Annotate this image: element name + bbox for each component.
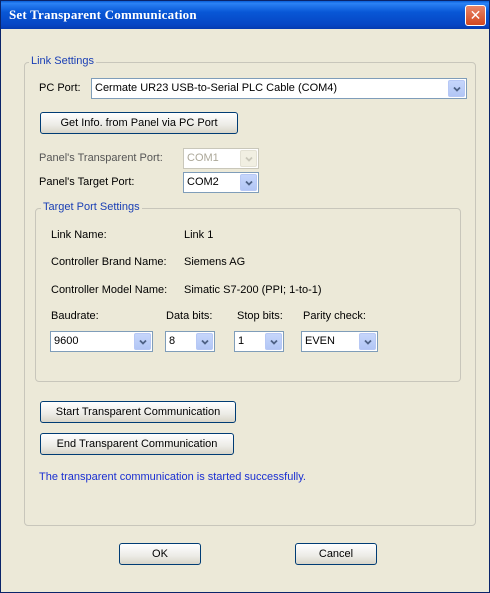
controller-brand-value: Siemens AG [184, 256, 246, 268]
link-name-value: Link 1 [184, 229, 214, 241]
transparent-port-select: COM1 [183, 148, 259, 169]
pc-port-select[interactable]: Cermate UR23 USB-to-Serial PLC Cable (CO… [91, 78, 467, 99]
baudrate-label: Baudrate: [51, 310, 99, 322]
stop-bits-label: Stop bits: [237, 310, 283, 322]
close-icon: ✕ [469, 7, 482, 24]
get-info-button[interactable]: Get Info. from Panel via PC Port [40, 112, 238, 134]
chevron-down-icon[interactable] [265, 333, 282, 350]
parity-check-select[interactable]: EVEN [301, 331, 378, 352]
link-settings-label: Link Settings [29, 55, 96, 67]
chevron-down-icon[interactable] [359, 333, 376, 350]
link-name-label: Link Name: [51, 229, 107, 241]
status-message: The transparent communication is started… [39, 471, 306, 483]
data-bits-value: 8 [169, 335, 176, 347]
dialog-window: Set Transparent Communication ✕ Link Set… [0, 0, 490, 593]
start-transparent-communication-button[interactable]: Start Transparent Communication [40, 401, 236, 423]
data-bits-label: Data bits: [166, 310, 213, 322]
baudrate-select[interactable]: 9600 [50, 331, 153, 352]
pc-port-label: PC Port: [39, 82, 81, 94]
close-button[interactable]: ✕ [465, 5, 486, 26]
transparent-port-value: COM1 [187, 152, 219, 164]
controller-model-label: Controller Model Name: [51, 284, 168, 296]
parity-check-label: Parity check: [303, 310, 366, 322]
chevron-down-icon[interactable] [240, 174, 257, 191]
ok-button[interactable]: OK [119, 543, 201, 565]
pc-port-value: Cermate UR23 USB-to-Serial PLC Cable (CO… [95, 82, 338, 94]
window-title: Set Transparent Communication [9, 7, 197, 22]
target-port-select[interactable]: COM2 [183, 172, 259, 193]
controller-brand-label: Controller Brand Name: [51, 256, 167, 268]
cancel-button[interactable]: Cancel [295, 543, 377, 565]
target-port-settings-label: Target Port Settings [41, 201, 142, 213]
parity-check-value: EVEN [305, 335, 335, 347]
controller-model-value: Simatic S7-200 (PPI; 1-to-1) [184, 284, 322, 296]
end-transparent-communication-button[interactable]: End Transparent Communication [40, 433, 234, 455]
chevron-down-icon [240, 150, 257, 167]
transparent-port-label: Panel's Transparent Port: [39, 152, 163, 164]
data-bits-select[interactable]: 8 [165, 331, 215, 352]
stop-bits-value: 1 [238, 335, 245, 347]
stop-bits-select[interactable]: 1 [234, 331, 284, 352]
chevron-down-icon[interactable] [448, 80, 465, 97]
baudrate-value: 9600 [54, 335, 79, 347]
target-port-value: COM2 [187, 176, 219, 188]
chevron-down-icon[interactable] [134, 333, 151, 350]
target-port-label: Panel's Target Port: [39, 176, 135, 188]
title-bar[interactable]: Set Transparent Communication ✕ [1, 1, 489, 29]
chevron-down-icon[interactable] [196, 333, 213, 350]
